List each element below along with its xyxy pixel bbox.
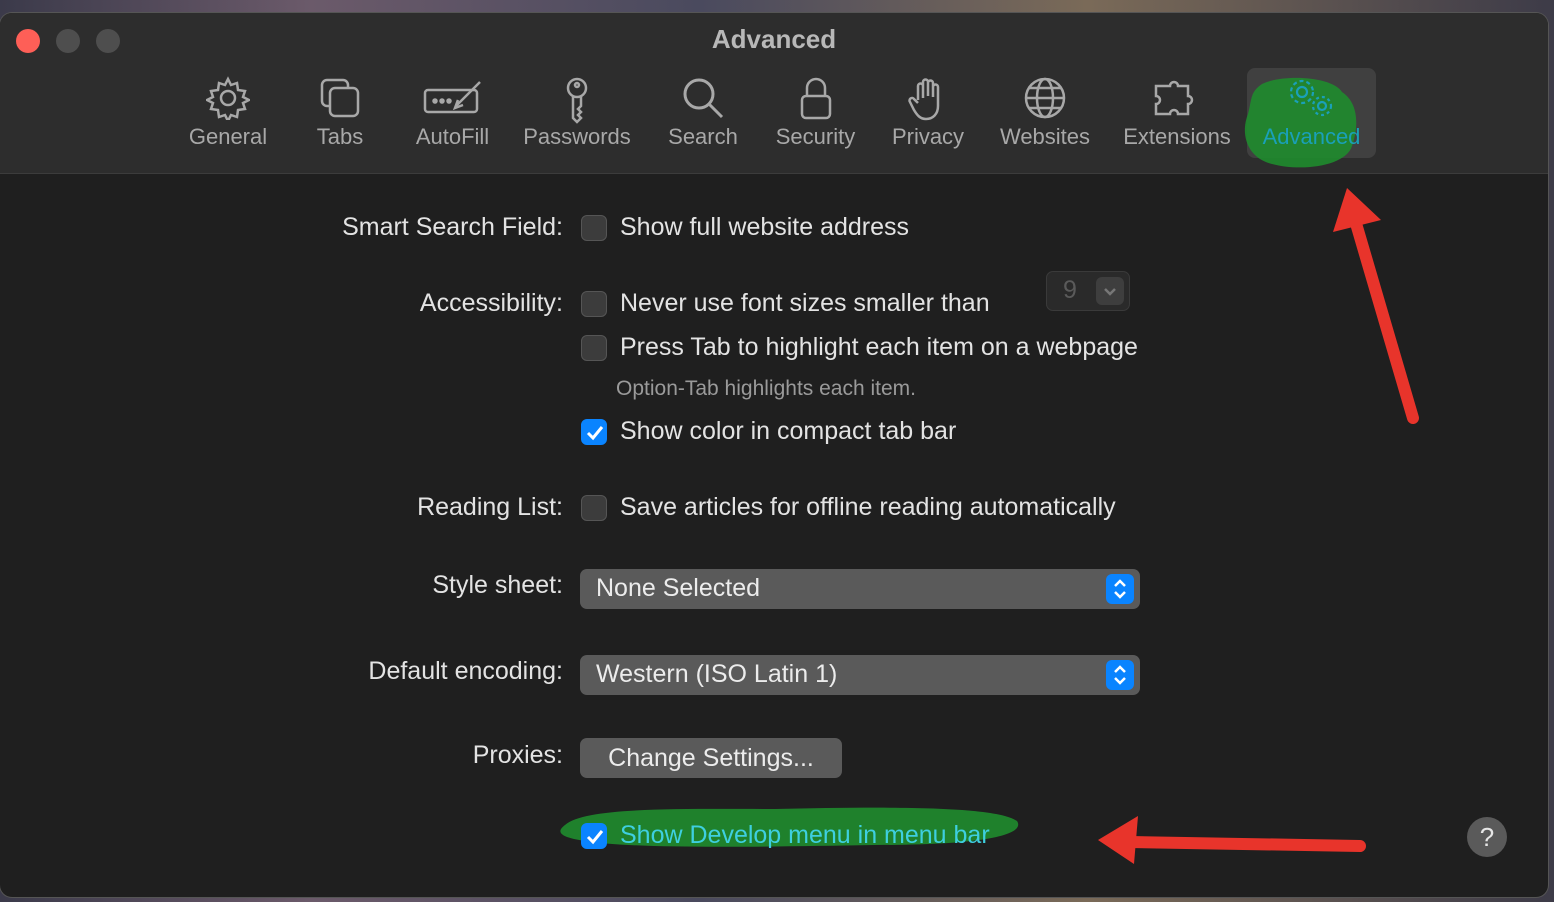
checkmark-icon [586,426,604,441]
tab-advanced-label: Advanced [1262,124,1361,149]
tab-autofill[interactable]: AutoFill [405,68,500,158]
show-full-address-checkbox[interactable] [581,215,607,241]
annotation-arrow-up [1333,188,1419,424]
press-tab-checkbox[interactable] [581,335,607,361]
min-font-size-value: 9 [1063,276,1077,304]
toolbar: Advanced General Tabs AutoFill Passwords… [0,13,1548,174]
show-full-address-label[interactable]: Show full website address [620,213,909,242]
default-encoding-label: Default encoding: [368,657,563,685]
up-down-arrows-icon [1106,660,1134,690]
preferences-window: Advanced General Tabs AutoFill Passwords… [0,13,1548,897]
up-down-arrows-icon [1106,574,1134,604]
gears-icon [1289,79,1332,117]
tab-advanced[interactable]: Advanced [1244,68,1376,168]
globe-icon [1024,77,1066,119]
puzzle-icon [1154,80,1194,116]
develop-menu-checkbox[interactable] [581,823,607,849]
proxies-label: Proxies: [472,741,563,769]
hand-icon [908,78,940,121]
tab-passwords[interactable]: Passwords [517,68,637,158]
press-tab-label[interactable]: Press Tab to highlight each item on a we… [620,333,1138,362]
tab-general[interactable]: General [183,68,273,158]
tab-tabs[interactable]: Tabs [300,68,380,158]
style-sheet-value: None Selected [596,574,761,602]
style-sheet-label: Style sheet: [432,571,563,599]
chevron-down-icon [1096,277,1124,305]
help-button[interactable]: ? [1467,817,1507,857]
gear-icon [206,76,250,120]
compact-tab-color-label[interactable]: Show color in compact tab bar [620,417,956,446]
magnifier-icon [683,78,724,119]
checkmark-icon [586,830,604,845]
tab-security[interactable]: Security [768,68,863,158]
default-encoding-value: Western (ISO Latin 1) [596,660,838,688]
min-font-size-label[interactable]: Never use font sizes smaller than [620,289,990,318]
tab-general-label: General [188,124,268,149]
reading-list-label: Reading List: [417,493,563,521]
tab-extensions[interactable]: Extensions [1117,68,1237,158]
key-icon [566,77,588,124]
tab-extensions-label: Extensions [1123,124,1231,149]
tab-search[interactable]: Search [658,68,748,158]
style-sheet-select[interactable]: None Selected [580,569,1140,609]
tab-websites[interactable]: Websites [993,68,1097,158]
annotation-arrow-left [1098,816,1366,864]
offline-reading-checkbox[interactable] [581,495,607,521]
lock-icon [800,77,831,120]
compact-tab-color-checkbox[interactable] [581,419,607,445]
autofill-icon [423,81,481,114]
offline-reading-label[interactable]: Save articles for offline reading automa… [620,493,1116,522]
tab-privacy[interactable]: Privacy [884,68,972,158]
option-tab-hint: Option-Tab highlights each item. [616,377,916,400]
tabs-icon [320,78,360,118]
min-font-size-select[interactable]: 9 [1046,271,1130,311]
min-font-size-checkbox[interactable] [581,291,607,317]
change-settings-button[interactable]: Change Settings... [580,738,842,778]
default-encoding-select[interactable]: Western (ISO Latin 1) [580,655,1140,695]
tab-tabs-label: Tabs [316,124,364,149]
smart-search-label: Smart Search Field: [342,213,563,241]
window-title: Advanced [711,24,837,54]
tab-websites-label: Websites [999,124,1091,149]
tab-security-label: Security [775,124,856,149]
tab-autofill-label: AutoFill [415,124,490,149]
accessibility-label: Accessibility: [419,289,563,317]
tab-passwords-label: Passwords [523,124,631,149]
develop-menu-label[interactable]: Show Develop menu in menu bar [620,821,990,850]
tab-search-label: Search [668,124,738,149]
tab-privacy-label: Privacy [891,124,965,149]
